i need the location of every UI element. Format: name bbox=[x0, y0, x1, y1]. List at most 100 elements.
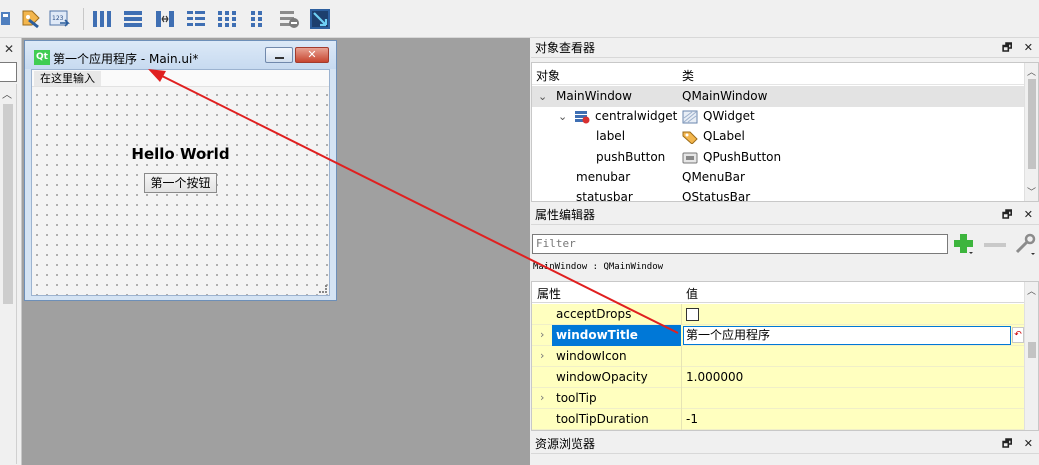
tree-row-label[interactable]: label QLabel bbox=[532, 126, 1026, 147]
object-inspector-tree[interactable]: 对象 类 ⌄ MainWindow QMainWindow ⌄ centralw… bbox=[531, 62, 1039, 202]
layout-grid-icon[interactable] bbox=[216, 8, 238, 30]
tree-object-name: label bbox=[596, 129, 626, 143]
column-header-value[interactable]: 值 bbox=[686, 285, 698, 302]
column-header-property[interactable]: 属性 bbox=[537, 285, 561, 302]
tree-row-mainwindow[interactable]: ⌄ MainWindow QMainWindow bbox=[532, 86, 1026, 107]
close-icon[interactable]: ✕ bbox=[1024, 437, 1033, 450]
scrollbar-thumb[interactable] bbox=[3, 104, 13, 304]
tree-scrollbar[interactable]: ︿ ﹀ bbox=[1024, 63, 1038, 201]
scroll-down-icon[interactable]: ﹀ bbox=[1027, 185, 1036, 198]
property-scrollbar[interactable]: ︿ bbox=[1024, 282, 1038, 430]
layout-splitter-horizontal-icon[interactable] bbox=[154, 8, 176, 30]
property-value[interactable]: 1.000000 bbox=[686, 367, 743, 387]
layout-vertical-icon[interactable] bbox=[122, 8, 144, 30]
property-row-windowtitle[interactable]: › windowTitle 第一个应用程序 ↶ bbox=[532, 325, 1026, 346]
close-icon[interactable]: ✕ bbox=[1024, 41, 1033, 54]
push-button-icon bbox=[682, 152, 698, 163]
window-title-value-input[interactable]: 第一个应用程序 bbox=[683, 326, 1011, 345]
property-editor-title: 属性编辑器 🗗 ✕ bbox=[531, 205, 1039, 225]
property-filter-input[interactable]: Filter bbox=[532, 234, 948, 254]
resource-browser-body bbox=[531, 455, 1039, 465]
column-header-object[interactable]: 对象 bbox=[536, 67, 560, 84]
chevron-down-icon[interactable]: ⌄ bbox=[558, 106, 567, 127]
qt-logo-icon: Qt bbox=[34, 50, 50, 65]
tree-row-menubar[interactable]: menubar QMenuBar bbox=[532, 167, 1026, 188]
size-grip-icon[interactable] bbox=[319, 285, 327, 293]
layout-form-icon[interactable] bbox=[185, 8, 207, 30]
widget-icon bbox=[682, 110, 698, 123]
property-name: toolTipDuration bbox=[556, 412, 649, 426]
object-inspector-title: 对象查看器 🗗 ✕ bbox=[531, 38, 1039, 58]
column-header-class[interactable]: 类 bbox=[682, 67, 694, 84]
form-titlebar[interactable]: Qt 第一个应用程序 - Main.ui* ✕ bbox=[25, 41, 336, 69]
break-layout-icon[interactable] bbox=[278, 8, 300, 30]
tree-class-cell: QWidget bbox=[682, 106, 755, 127]
tree-class-name: QWidget bbox=[703, 109, 755, 123]
resource-browser-title-text: 资源浏览器 bbox=[535, 437, 596, 451]
adjust-size-icon[interactable] bbox=[309, 8, 331, 30]
tree-row-centralwidget[interactable]: ⌄ centralwidget QWidget bbox=[532, 106, 1026, 127]
tree-class-name: QStatusBar bbox=[682, 190, 751, 202]
tree-row-statusbar[interactable]: statusbar QStatusBar bbox=[532, 187, 1026, 202]
resource-browser-title: 资源浏览器 🗗 ✕ bbox=[531, 434, 1039, 454]
chevron-right-icon[interactable]: › bbox=[540, 346, 544, 366]
object-inspector-title-text: 对象查看器 bbox=[535, 41, 596, 55]
chevron-right-icon[interactable]: › bbox=[540, 388, 544, 408]
float-icon[interactable]: 🗗 bbox=[1002, 208, 1012, 221]
close-button[interactable]: ✕ bbox=[295, 47, 329, 63]
scrollbar-thumb[interactable] bbox=[1028, 342, 1036, 358]
tree-class-cell: QLabel bbox=[682, 126, 745, 147]
float-icon[interactable]: 🗗 bbox=[1002, 41, 1012, 54]
property-name: windowIcon bbox=[556, 349, 627, 363]
property-row-tooltip[interactable]: › toolTip bbox=[532, 388, 1026, 409]
form-title: 第一个应用程序 - Main.ui* bbox=[53, 52, 199, 66]
property-value[interactable]: -1 bbox=[686, 409, 698, 429]
property-row-tooltipduration[interactable]: toolTipDuration -1 bbox=[532, 409, 1026, 430]
label-tag-icon bbox=[682, 131, 698, 144]
minimize-button[interactable] bbox=[265, 47, 293, 63]
property-name: acceptDrops bbox=[556, 307, 632, 321]
scroll-up-icon[interactable]: ︿ bbox=[1027, 284, 1036, 297]
reset-property-icon[interactable]: ↶ bbox=[1012, 327, 1024, 343]
widget-box-scrollbar[interactable]: ︿ bbox=[0, 84, 17, 464]
property-table[interactable]: 属性 值 acceptDrops › windowTitle 第一个应用程序 ↶… bbox=[531, 281, 1039, 431]
property-row-windowopacity[interactable]: windowOpacity 1.000000 bbox=[532, 367, 1026, 388]
first-push-button[interactable]: 第一个按钮 bbox=[144, 173, 217, 193]
tree-class-cell: QPushButton bbox=[682, 147, 781, 168]
tree-class-name: QMainWindow bbox=[682, 89, 768, 103]
form-canvas[interactable]: 在这里输入 Hello World 第一个按钮 bbox=[31, 69, 330, 296]
form-window[interactable]: Qt 第一个应用程序 - Main.ui* ✕ 在这里输入 Hello Worl… bbox=[24, 40, 337, 301]
configure-wrench-button[interactable] bbox=[1013, 232, 1037, 256]
layout-horizontal-icon[interactable] bbox=[91, 8, 113, 30]
scrollbar-thumb[interactable] bbox=[1028, 79, 1036, 169]
close-icon[interactable]: ✕ bbox=[1024, 208, 1033, 221]
close-icon[interactable]: ✕ bbox=[4, 42, 14, 56]
hello-world-label[interactable]: Hello World bbox=[32, 145, 329, 163]
property-row-acceptdrops[interactable]: acceptDrops bbox=[532, 304, 1026, 325]
tree-object-name: centralwidget bbox=[595, 109, 678, 123]
tree-row-pushbutton[interactable]: pushButton QPushButton bbox=[532, 147, 1026, 168]
property-table-header: 属性 值 bbox=[532, 282, 1026, 303]
remove-property-button[interactable] bbox=[984, 243, 1006, 247]
property-name: windowTitle bbox=[556, 328, 638, 342]
layout-splitter-vertical-icon[interactable] bbox=[246, 8, 268, 30]
add-property-button[interactable] bbox=[953, 233, 975, 255]
chevron-down-icon[interactable]: ⌄ bbox=[538, 86, 547, 107]
menu-type-here-item[interactable]: 在这里输入 bbox=[34, 71, 101, 86]
edit-signals-icon[interactable]: 123 bbox=[48, 8, 70, 30]
object-class-label: MainWindow : QMainWindow bbox=[533, 262, 664, 272]
tree-object-name: MainWindow bbox=[556, 89, 632, 103]
property-row-windowicon[interactable]: › windowIcon bbox=[532, 346, 1026, 367]
float-icon[interactable]: 🗗 bbox=[1002, 437, 1012, 450]
scroll-up-icon[interactable]: ︿ bbox=[1027, 65, 1036, 78]
edit-tab-order-icon[interactable] bbox=[0, 8, 22, 30]
property-name: windowOpacity bbox=[556, 370, 648, 384]
widget-filter-input[interactable] bbox=[0, 62, 17, 82]
accept-drops-checkbox[interactable] bbox=[686, 308, 699, 321]
chevron-right-icon[interactable]: › bbox=[540, 325, 544, 345]
widget-box-dock: ✕ ︿ bbox=[0, 38, 22, 465]
form-menubar[interactable]: 在这里输入 bbox=[32, 70, 329, 87]
tree-object-name: statusbar bbox=[576, 190, 633, 202]
scroll-up-icon[interactable]: ︿ bbox=[2, 86, 12, 101]
edit-buddies-icon[interactable] bbox=[20, 8, 42, 30]
